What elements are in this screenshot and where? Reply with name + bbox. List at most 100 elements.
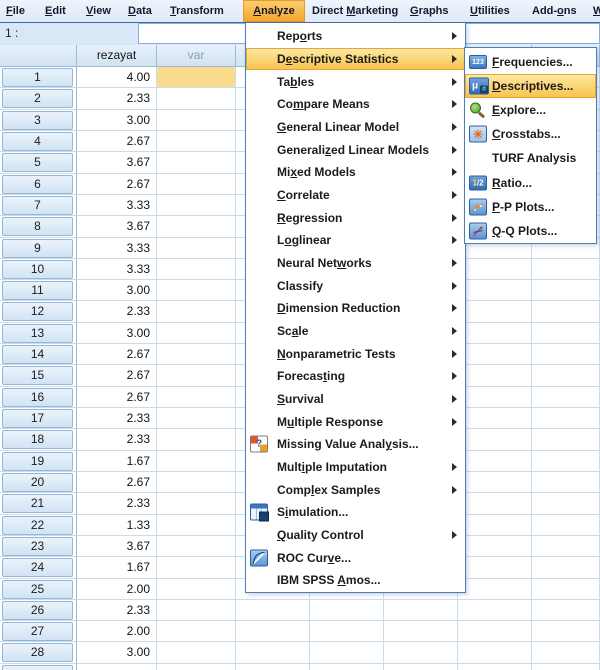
cell-empty[interactable] — [532, 621, 600, 642]
analyze-menu-item-descriptive-statistics[interactable]: Descriptive Statistics — [246, 48, 465, 71]
cell-empty[interactable] — [458, 579, 532, 600]
submenu-item-ratio[interactable]: 1/2Ratio... — [465, 170, 596, 194]
cell-var-row21[interactable] — [157, 493, 236, 514]
cell-empty[interactable] — [532, 472, 600, 493]
cell-var-row11[interactable] — [157, 280, 236, 301]
cell-empty[interactable] — [458, 536, 532, 557]
cell-empty[interactable] — [310, 664, 384, 670]
menu-analyze[interactable]: Analyze — [243, 0, 305, 22]
analyze-menu-item-tables[interactable]: Tables — [246, 70, 465, 93]
submenu-item-descriptives[interactable]: μdDescriptives... — [465, 74, 596, 98]
cell-empty[interactable] — [458, 493, 532, 514]
row-header-4[interactable]: 4 — [2, 132, 73, 151]
cell-var-row6[interactable] — [157, 174, 236, 195]
cell-rezayat-row19[interactable]: 1.67 — [77, 451, 157, 472]
row-header-13[interactable]: 13 — [2, 324, 73, 343]
row-header-1[interactable]: 1 — [2, 68, 73, 87]
cell-var-row16[interactable] — [157, 387, 236, 408]
cell-rezayat-row16[interactable]: 2.67 — [77, 387, 157, 408]
cell-rezayat-row27[interactable]: 2.00 — [77, 621, 157, 642]
cell-var-row4[interactable] — [157, 131, 236, 152]
cell-empty[interactable] — [532, 557, 600, 578]
cell-rezayat-row10[interactable]: 3.33 — [77, 259, 157, 280]
row-header-21[interactable]: 21 — [2, 494, 73, 513]
menu-transform[interactable]: Transform — [170, 0, 224, 22]
cell-empty[interactable] — [458, 642, 532, 663]
cell-var-row22[interactable] — [157, 515, 236, 536]
cell-var-row15[interactable] — [157, 365, 236, 386]
cell-empty[interactable] — [458, 301, 532, 322]
row-header-14[interactable]: 14 — [2, 345, 73, 364]
cell-empty[interactable] — [458, 557, 532, 578]
analyze-menu-item-compare-means[interactable]: Compare Means — [246, 93, 465, 116]
cell-var-row29[interactable] — [157, 664, 236, 670]
row-header-24[interactable]: 24 — [2, 558, 73, 577]
menu-edit[interactable]: Edit — [45, 0, 66, 22]
cell-rezayat-row9[interactable]: 3.33 — [77, 238, 157, 259]
row-header-5[interactable]: 5 — [2, 153, 73, 172]
cell-empty[interactable] — [458, 387, 532, 408]
cell-empty[interactable] — [458, 365, 532, 386]
cell-var-row17[interactable] — [157, 408, 236, 429]
cell-rezayat-row7[interactable]: 3.33 — [77, 195, 157, 216]
cell-rezayat-row24[interactable]: 1.67 — [77, 557, 157, 578]
analyze-menu-item-multiple-response[interactable]: Multiple Response — [246, 410, 465, 433]
cell-empty[interactable] — [384, 664, 458, 670]
cell-empty[interactable] — [532, 387, 600, 408]
analyze-menu-item-neural-networks[interactable]: Neural Networks — [246, 252, 465, 275]
cell-empty[interactable] — [236, 621, 310, 642]
cell-empty[interactable] — [310, 600, 384, 621]
cell-var-row3[interactable] — [157, 110, 236, 131]
cell-empty[interactable] — [532, 429, 600, 450]
cell-empty[interactable] — [458, 451, 532, 472]
row-header-8[interactable]: 8 — [2, 217, 73, 236]
cell-empty[interactable] — [532, 515, 600, 536]
cell-empty[interactable] — [532, 259, 600, 280]
row-header-20[interactable]: 20 — [2, 473, 73, 492]
cell-empty[interactable] — [532, 579, 600, 600]
cell-var-row12[interactable] — [157, 301, 236, 322]
submenu-item-turf-analysis[interactable]: TURF Analysis — [465, 146, 596, 170]
cell-var-row14[interactable] — [157, 344, 236, 365]
cell-rezayat-row3[interactable]: 3.00 — [77, 110, 157, 131]
menu-graphs[interactable]: Graphs — [410, 0, 449, 22]
cell-rezayat-row2[interactable]: 2.33 — [77, 88, 157, 109]
menu-file[interactable]: File — [6, 0, 25, 22]
cell-var-row8[interactable] — [157, 216, 236, 237]
cell-empty[interactable] — [532, 344, 600, 365]
cell-rezayat-row15[interactable]: 2.67 — [77, 365, 157, 386]
cell-empty[interactable] — [458, 600, 532, 621]
cell-empty[interactable] — [532, 664, 600, 670]
analyze-menu-item-reports[interactable]: Reports — [246, 25, 465, 48]
cell-empty[interactable] — [236, 642, 310, 663]
row-header-26[interactable]: 26 — [2, 601, 73, 620]
cell-rezayat-row29[interactable] — [77, 664, 157, 670]
cell-rezayat-row5[interactable]: 3.67 — [77, 152, 157, 173]
analyze-menu-item-missing-value-analysis[interactable]: ?Missing Value Analysis... — [246, 433, 465, 456]
cell-empty[interactable] — [458, 344, 532, 365]
grid-corner-cell[interactable] — [0, 45, 77, 67]
analyze-menu-item-general-linear-model[interactable]: General Linear Model — [246, 116, 465, 139]
cell-empty[interactable] — [458, 515, 532, 536]
analyze-menu-item-survival[interactable]: Survival — [246, 388, 465, 411]
cell-empty[interactable] — [458, 472, 532, 493]
cell-empty[interactable] — [458, 408, 532, 429]
cell-rezayat-row26[interactable]: 2.33 — [77, 600, 157, 621]
cell-empty[interactable] — [532, 408, 600, 429]
row-header-12[interactable]: 12 — [2, 302, 73, 321]
submenu-item-explore[interactable]: Explore... — [465, 98, 596, 122]
cell-rezayat-row6[interactable]: 2.67 — [77, 174, 157, 195]
cell-var-row26[interactable] — [157, 600, 236, 621]
analyze-menu-item-correlate[interactable]: Correlate — [246, 184, 465, 207]
row-header-10[interactable]: 10 — [2, 260, 73, 279]
cell-empty[interactable] — [532, 301, 600, 322]
cell-var-row28[interactable] — [157, 642, 236, 663]
cell-empty[interactable] — [532, 536, 600, 557]
row-header-15[interactable]: 15 — [2, 366, 73, 385]
cell-var-row9[interactable] — [157, 238, 236, 259]
cell-rezayat-row1[interactable]: 4.00 — [77, 67, 157, 88]
row-header-23[interactable]: 23 — [2, 537, 73, 556]
menu-w[interactable]: W — [593, 0, 600, 22]
analyze-menu-item-simulation[interactable]: Simulation... — [246, 501, 465, 524]
menu-utilities[interactable]: Utilities — [470, 0, 510, 22]
